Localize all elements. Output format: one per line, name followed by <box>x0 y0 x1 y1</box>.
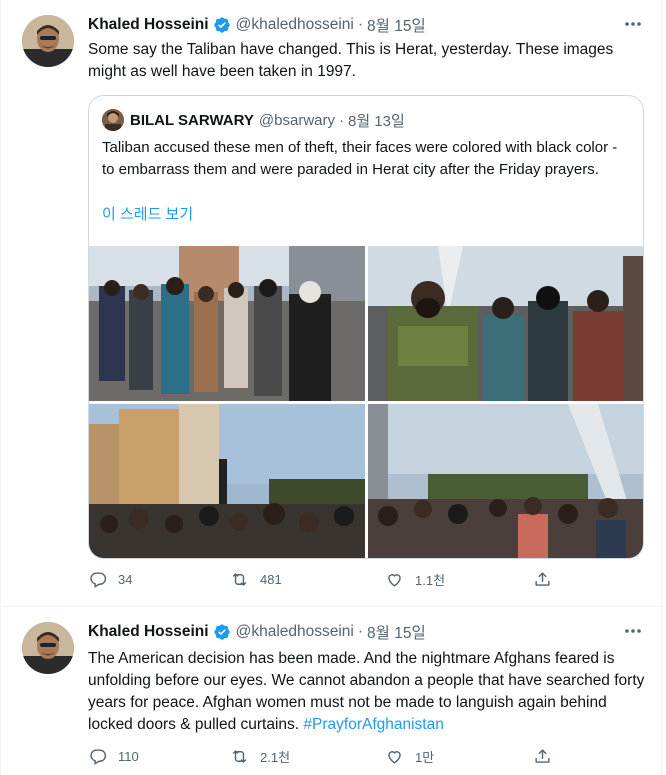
quote-date: 8월 13일 <box>347 112 405 130</box>
tweet[interactable]: Khaled Hosseini @khaledhosseini · 8월 15일… <box>1 0 663 607</box>
reply-count: 34 <box>118 572 133 587</box>
tweet[interactable]: Khaled Hosseini @khaledhosseini · 8월 15일… <box>1 607 663 775</box>
share-icon <box>535 749 550 763</box>
share-icon <box>535 572 550 586</box>
reply-button[interactable]: 110 <box>88 747 139 766</box>
author-name[interactable]: Khaled Hosseini <box>88 16 209 34</box>
like-count: 1만 <box>415 750 435 765</box>
avatar <box>102 109 124 131</box>
quote-text: Taliban accused these men of theft, thei… <box>102 139 618 178</box>
tweet-text: Some say the Taliban have changed. This … <box>88 41 614 80</box>
verified-badge-icon <box>213 623 231 641</box>
media-grid <box>89 246 643 558</box>
reply-icon <box>90 749 107 765</box>
quote-author-handle: @bsarwary <box>258 111 335 129</box>
tweet-actions: 110 2.1천 1만 <box>88 747 568 771</box>
author-handle[interactable]: @khaledhosseini <box>236 16 354 34</box>
like-icon <box>388 574 401 587</box>
tweet-actions: 34 481 1.1천 <box>88 570 568 594</box>
reply-button[interactable]: 34 <box>88 570 132 589</box>
tweet-date[interactable]: 8월 15일 <box>367 14 426 36</box>
retweet-icon <box>232 750 247 763</box>
media-image[interactable] <box>368 404 643 558</box>
verified-badge-icon <box>213 16 231 34</box>
more-icon[interactable] <box>623 16 643 32</box>
separator-dot: · <box>338 111 344 129</box>
author-name[interactable]: Khaled Hosseini <box>88 623 209 641</box>
media-image[interactable] <box>89 404 365 558</box>
avatar[interactable] <box>22 15 74 67</box>
hashtag-link[interactable]: #PrayforAfghanistan <box>303 716 443 733</box>
tweet-date[interactable]: 8월 15일 <box>367 621 426 643</box>
retweet-icon <box>232 573 247 586</box>
avatar[interactable] <box>22 622 74 674</box>
reply-icon <box>90 572 107 588</box>
tweet-header: Khaled Hosseini @khaledhosseini · 8월 15일 <box>88 621 426 643</box>
more-icon[interactable] <box>623 623 643 639</box>
like-button[interactable]: 1.1천 <box>385 570 445 589</box>
retweet-button[interactable]: 2.1천 <box>230 747 290 766</box>
separator-dot: · <box>357 623 364 640</box>
tweet-text: The American decision has been made. And… <box>88 648 648 736</box>
like-button[interactable]: 1만 <box>385 747 434 766</box>
reply-count: 110 <box>118 749 139 764</box>
media-image[interactable] <box>368 246 643 401</box>
like-icon <box>388 751 401 764</box>
quoted-tweet[interactable]: BILAL SARWARY @bsarwary · 8월 13일 Taliban… <box>88 95 644 559</box>
retweet-count: 2.1천 <box>260 750 291 765</box>
media-image[interactable] <box>89 246 365 401</box>
share-button[interactable] <box>533 570 563 589</box>
share-button[interactable] <box>533 747 563 766</box>
tweet-header: Khaled Hosseini @khaledhosseini · 8월 15일 <box>88 14 426 36</box>
separator-dot: · <box>357 16 364 33</box>
retweet-button[interactable]: 481 <box>230 570 282 589</box>
show-thread-link[interactable]: 이 스레드 보기 <box>102 203 193 224</box>
author-handle[interactable]: @khaledhosseini <box>236 623 354 641</box>
timeline-feed: Khaled Hosseini @khaledhosseini · 8월 15일… <box>0 0 663 775</box>
like-count: 1.1천 <box>415 573 446 588</box>
quote-author-name: BILAL SARWARY <box>130 111 254 129</box>
retweet-count: 481 <box>260 572 282 587</box>
quote-header: BILAL SARWARY @bsarwary · 8월 13일 <box>102 109 405 131</box>
